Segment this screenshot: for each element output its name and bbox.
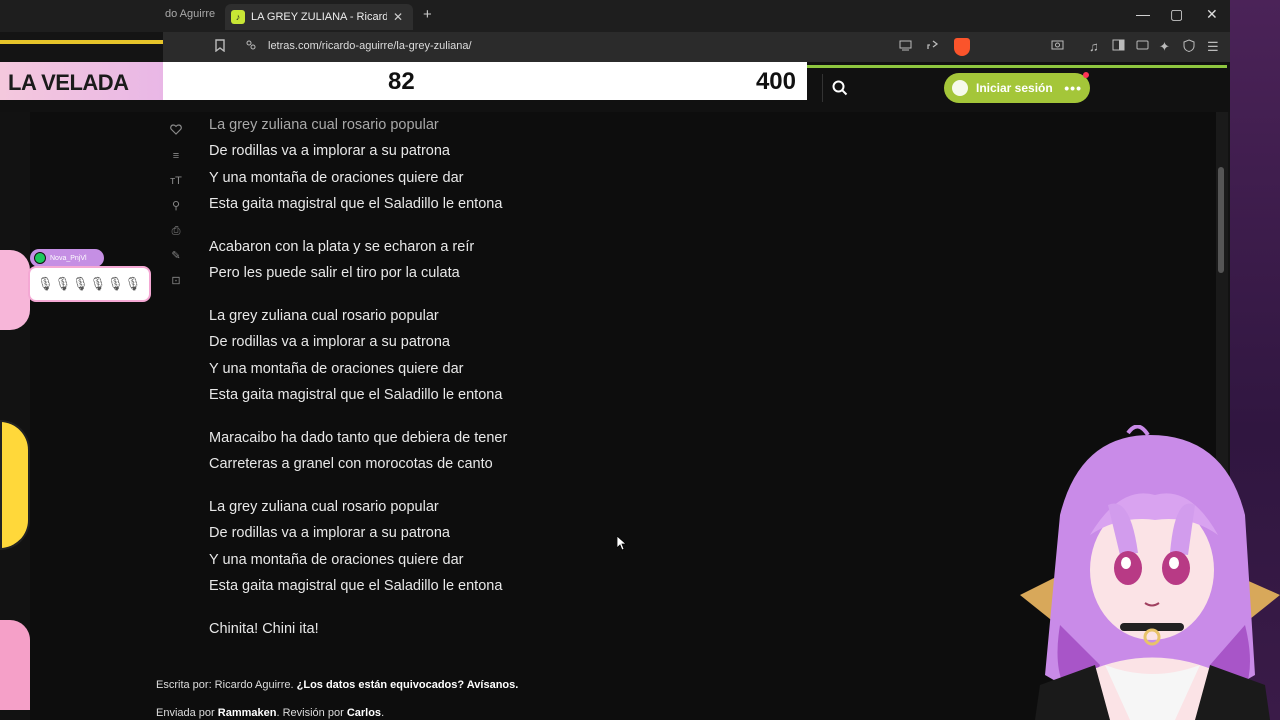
address-toolbar: letras.com/ricardo-aguirre/la-grey-zulia…	[0, 32, 1230, 62]
site-favicon-icon: ♪	[231, 10, 245, 24]
search-icon	[832, 80, 847, 96]
address-bar[interactable]: letras.com/ricardo-aguirre/la-grey-zulia…	[268, 40, 472, 52]
lyric-line: Chinita! Chini ita!	[209, 621, 319, 637]
chat-username-badge: Nova_PnjVl	[30, 249, 104, 267]
credits-end: .	[381, 707, 385, 719]
lyric-line: Esta gaita magistral que el Saladillo le…	[209, 196, 503, 212]
screenshot-icon[interactable]	[1051, 39, 1064, 54]
notification-dot	[1083, 72, 1089, 78]
credits-review-label: . Revisión por	[276, 707, 344, 719]
chat-avatar	[34, 252, 46, 264]
mouse-cursor-icon	[617, 536, 627, 551]
translate-icon[interactable]: ⊡	[169, 274, 183, 288]
lyric-line: Maracaibo ha dado tanto que debiera de t…	[209, 430, 508, 446]
scroll-thumb[interactable]	[1218, 167, 1224, 273]
reviewer-link[interactable]: Carlos	[347, 707, 381, 719]
lyric-line: Y una montaña de oraciones quiere dar	[209, 170, 464, 186]
lyric-line: De rodillas va a implorar a su patrona	[209, 525, 450, 541]
close-window-button[interactable]: ✕	[1206, 6, 1218, 23]
print-icon[interactable]: ⎙	[169, 224, 183, 238]
login-label: Iniciar sesión	[976, 81, 1053, 95]
chat-username: Nova_PnjVl	[50, 254, 87, 262]
leo-ai-icon[interactable]: ✦	[1159, 39, 1170, 55]
stream-overlay-stripe	[0, 40, 163, 44]
tab-close-icon[interactable]: ✕	[393, 10, 403, 24]
lyric-line: Acabaron con la plata y se echaron a reí…	[209, 239, 475, 255]
tab-strip: do Aguirre ♪ LA GREY ZULIANA - Ricardo A…	[0, 0, 1230, 32]
user-icon	[952, 80, 968, 96]
tab-previous[interactable]: do Aguirre	[165, 8, 215, 20]
report-error-link[interactable]: ¿Los datos están equivocados? Avísanos.	[297, 679, 519, 691]
bookmark-icon[interactable]	[214, 39, 226, 55]
maximize-button[interactable]: ▢	[1170, 6, 1183, 23]
lyric-line: Y una montaña de oraciones quiere dar	[209, 552, 464, 568]
vtuber-avatar	[1020, 425, 1280, 720]
credits-sent-label: Enviada por	[156, 707, 215, 719]
header-accent-line	[807, 65, 1227, 68]
lyric-line: La grey zuliana cual rosario popular	[209, 117, 439, 133]
sidebar-icon[interactable]	[1112, 39, 1125, 54]
heart-icon[interactable]	[169, 124, 183, 138]
stream-decoration	[0, 420, 30, 550]
credits-written: Escrita por: Ricardo Aguirre. ¿Los datos…	[156, 679, 518, 691]
vpn-shield-icon[interactable]	[1183, 39, 1195, 55]
cast-icon[interactable]	[899, 39, 912, 54]
more-options-icon[interactable]: •••	[1064, 80, 1082, 96]
lyric-line: Esta gaita magistral que el Saladillo le…	[209, 578, 503, 594]
credits-submitted: Enviada por Rammaken. Revisión por Carlo…	[156, 707, 384, 719]
stream-overlay-cover	[0, 32, 163, 62]
brave-shields-icon[interactable]	[954, 38, 970, 56]
chat-message: 🎙🎙🎙🎙🎙🎙	[36, 276, 143, 291]
text-size-icon[interactable]: ᴛT	[169, 174, 183, 188]
lyric-line: De rodillas va a implorar a su patrona	[209, 143, 450, 159]
site-settings-icon[interactable]	[245, 39, 257, 54]
credits-writer: Escrita por: Ricardo Aguirre.	[156, 679, 294, 691]
chat-message-bubble: 🎙🎙🎙🎙🎙🎙	[28, 266, 151, 302]
edit-icon[interactable]: ✎	[169, 249, 183, 263]
la-velada-banner: LA VELADA	[0, 62, 163, 100]
stream-decoration	[0, 250, 30, 330]
lyric-line: De rodillas va a implorar a su patrona	[209, 334, 450, 350]
la-velada-label: LA VELADA	[8, 70, 129, 95]
new-tab-button[interactable]: +	[423, 6, 432, 23]
menu-icon[interactable]: ☰	[1207, 39, 1219, 55]
playlist-icon[interactable]: ≡	[169, 149, 183, 163]
lyric-line: La grey zuliana cual rosario popular	[209, 308, 439, 324]
login-button[interactable]: Iniciar sesión •••	[944, 73, 1090, 103]
counter-right: 400	[755, 68, 796, 95]
guitar-icon[interactable]: ⚲	[169, 199, 183, 213]
search-button[interactable]	[822, 74, 856, 102]
lyric-line: Pero les puede salir el tiro por la cula…	[209, 265, 460, 281]
tab-active[interactable]: ♪ LA GREY ZULIANA - Ricardo Agu ✕	[225, 4, 413, 30]
lyric-line: Esta gaita magistral que el Saladillo le…	[209, 387, 503, 403]
lyric-line: La grey zuliana cual rosario popular	[209, 499, 439, 515]
counter-bar: 82 400	[163, 62, 807, 100]
submitter-link[interactable]: Rammaken	[218, 707, 277, 719]
stream-decoration	[0, 620, 30, 710]
lyric-line: Y una montaña de oraciones quiere dar	[209, 361, 464, 377]
media-icon[interactable]: ♫	[1089, 39, 1099, 54]
counter-left: 82	[388, 68, 415, 95]
minimize-button[interactable]: —	[1136, 6, 1150, 22]
wallet-icon[interactable]	[1136, 39, 1149, 54]
share-icon[interactable]	[926, 39, 939, 54]
tab-title: LA GREY ZULIANA - Ricardo Agu	[251, 11, 387, 23]
lyric-line: Carreteras a granel con morocotas de can…	[209, 456, 493, 472]
